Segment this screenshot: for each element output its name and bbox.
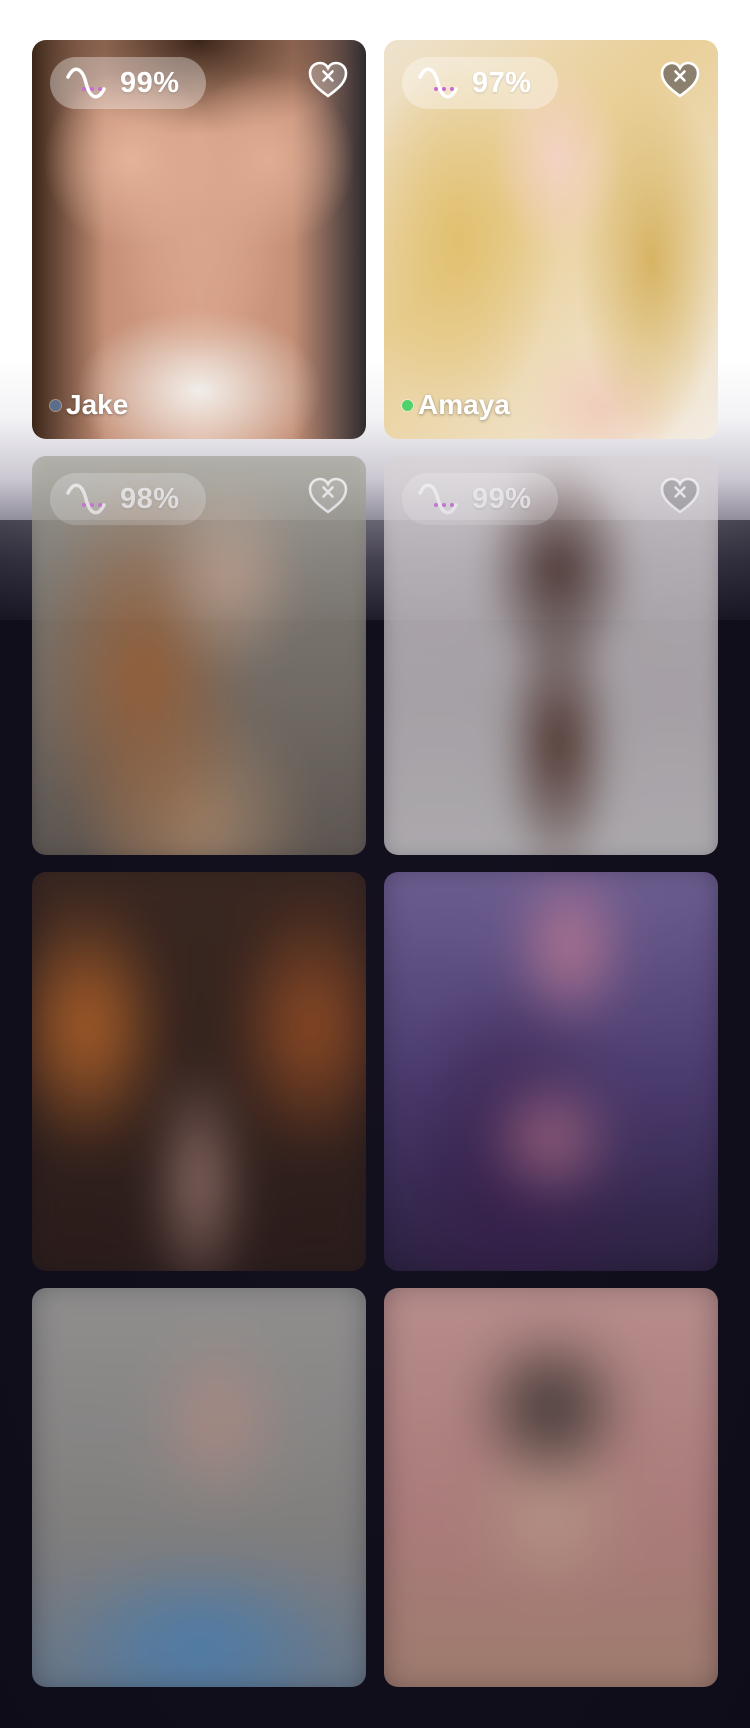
profile-card-jake[interactable]: 99% Jake — [32, 40, 366, 439]
wave-dots-icon — [418, 483, 458, 515]
heart-close-icon — [308, 477, 348, 514]
profile-card-locked[interactable]: 98% — [32, 456, 366, 855]
match-badge: 97% — [402, 57, 558, 109]
match-badge: 99% — [402, 473, 558, 525]
match-badge: 99% — [50, 57, 206, 109]
online-status-dot — [402, 399, 413, 411]
profile-card-locked[interactable] — [32, 1288, 366, 1687]
match-percentage: 97% — [472, 66, 532, 99]
wave-dots-icon — [66, 67, 106, 99]
favorite-button[interactable] — [659, 60, 701, 100]
profile-card-locked[interactable] — [384, 1288, 718, 1687]
wave-dots-icon — [418, 67, 458, 99]
favorite-button[interactable] — [307, 60, 349, 100]
heart-close-icon — [308, 61, 348, 98]
match-percentage: 99% — [120, 66, 180, 99]
heart-close-icon — [660, 477, 700, 514]
blurred-profile-photo — [32, 1288, 366, 1687]
profile-card-amaya[interactable]: 97% Amaya — [384, 40, 718, 439]
favorite-button[interactable] — [307, 476, 349, 516]
heart-close-icon — [660, 61, 700, 98]
wave-dots-icon — [66, 483, 106, 515]
profile-name-row: Amaya — [402, 389, 510, 421]
blurred-profile-photo — [32, 872, 366, 1271]
profile-card-locked[interactable] — [384, 872, 718, 1271]
offline-status-dot — [50, 399, 61, 411]
blurred-profile-photo — [384, 872, 718, 1271]
profile-grid: 99% Jake 97% Amaya 98% 99% — [32, 40, 718, 1700]
match-percentage: 98% — [120, 482, 180, 515]
match-percentage: 99% — [472, 482, 532, 515]
profile-name: Amaya — [418, 389, 510, 420]
profile-card-locked[interactable] — [32, 872, 366, 1271]
profile-card-locked[interactable]: 99% — [384, 456, 718, 855]
match-badge: 98% — [50, 473, 206, 525]
profile-name: Jake — [66, 389, 129, 420]
blurred-profile-photo — [384, 1288, 718, 1687]
profile-name-row: Jake — [50, 389, 128, 421]
favorite-button[interactable] — [659, 476, 701, 516]
